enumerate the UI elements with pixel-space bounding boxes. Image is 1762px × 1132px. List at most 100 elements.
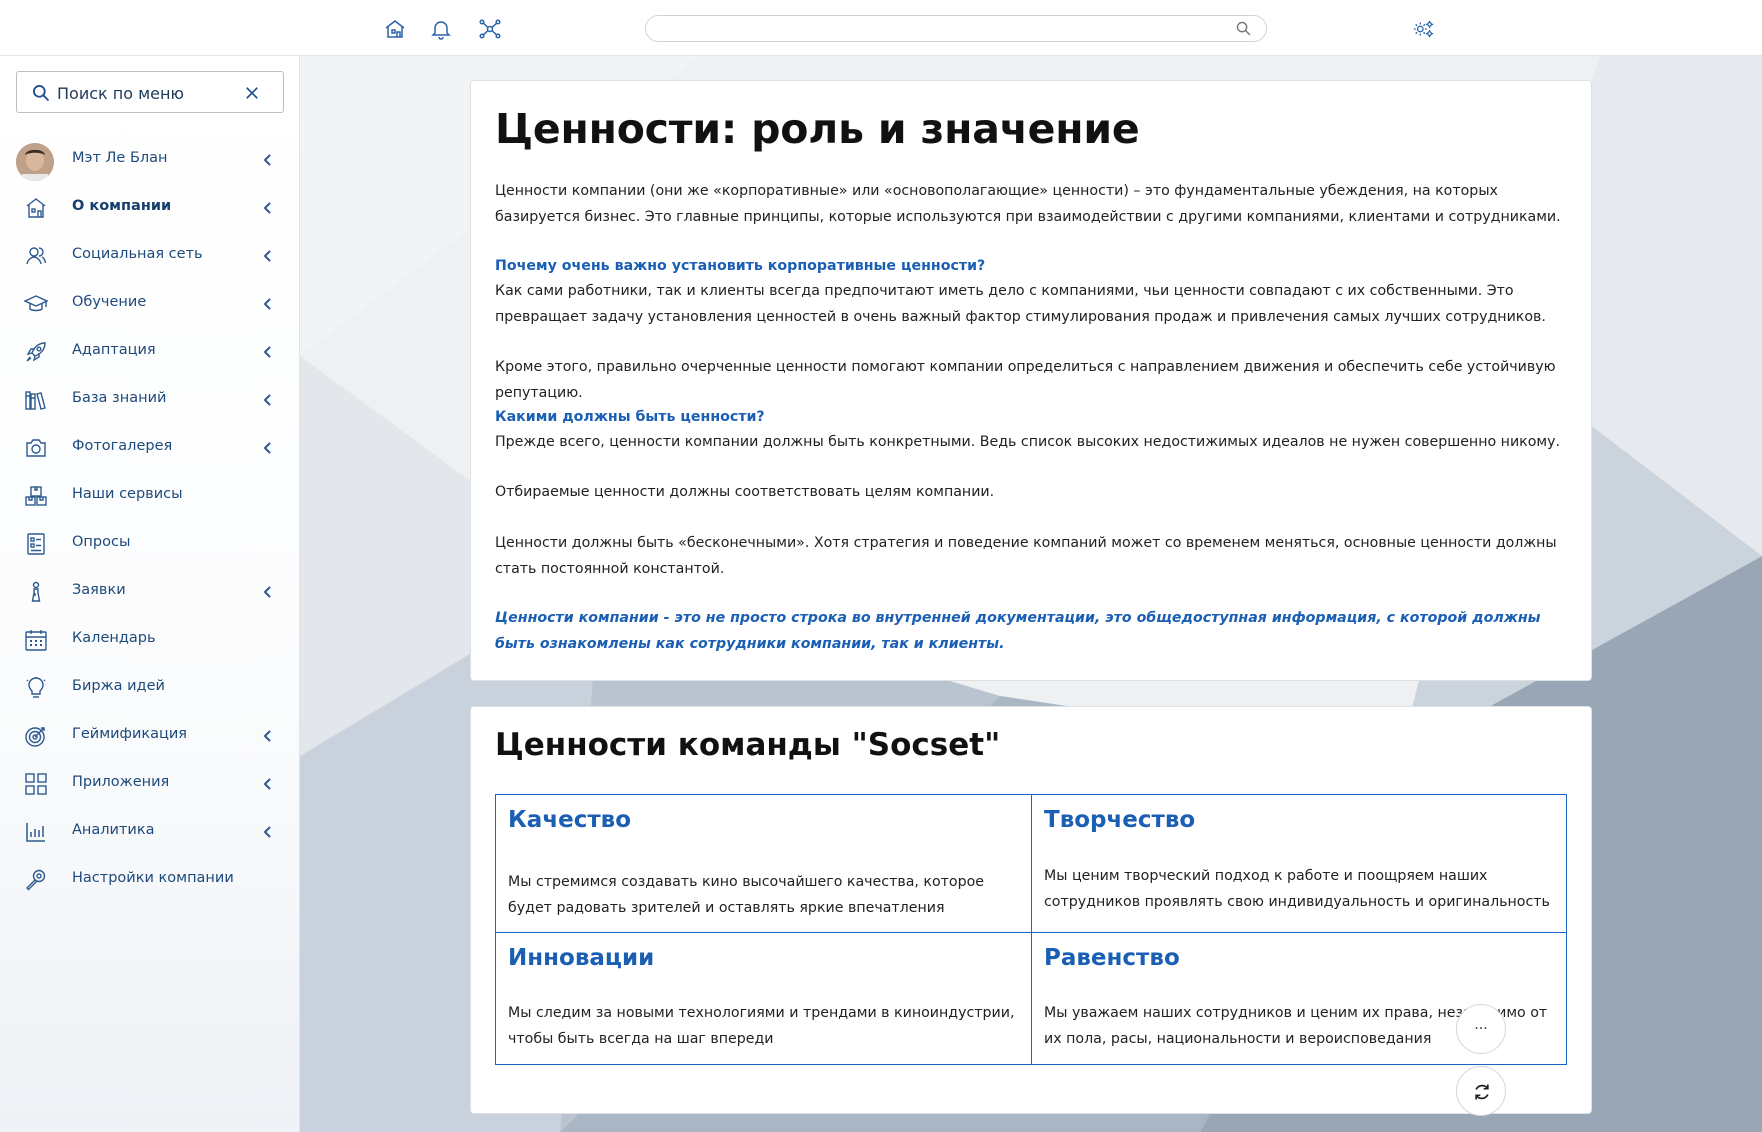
article-question-1: Почему очень важно установить корпоратив… xyxy=(495,258,986,274)
sidebar-item-label: Заявки xyxy=(72,582,126,598)
sidebar-item-label: Социальная сеть xyxy=(72,246,203,262)
chevron-left-icon xyxy=(260,392,276,408)
avatar xyxy=(16,143,54,181)
building-icon xyxy=(24,196,48,220)
sidebar-item-learning[interactable]: Обучение xyxy=(0,280,299,328)
request-icon xyxy=(24,580,48,604)
sidebar-item-adaptation[interactable]: Адаптация xyxy=(0,328,299,376)
search-icon[interactable] xyxy=(1235,20,1252,37)
sidebar-item-calendar[interactable]: Календарь xyxy=(0,616,299,664)
sidebar-item-about-company[interactable]: О компании xyxy=(0,184,299,232)
menu-search-input[interactable] xyxy=(57,82,247,104)
sidebar-item-label: Обучение xyxy=(72,294,147,310)
sidebar-item-gamification[interactable]: Геймификация xyxy=(0,712,299,760)
values-card: Ценности команды "Socset" Качество Мы ст… xyxy=(470,706,1592,1114)
network-icon[interactable] xyxy=(478,17,502,41)
users-icon xyxy=(24,244,48,268)
chevron-left-icon xyxy=(260,344,276,360)
value-cell: Качество Мы стремимся создавать кино выс… xyxy=(496,795,1031,932)
chevron-left-icon xyxy=(260,248,276,264)
sidebar-item-label: Настройки компании xyxy=(72,870,234,886)
sidebar-item-label: Аналитика xyxy=(72,822,155,838)
page-title: Ценности: роль и значение xyxy=(495,105,1140,153)
value-text: Мы ценим творческий подход к работе и по… xyxy=(1044,868,1550,910)
article-answer-1b: Кроме этого, правильно очерченные ценнос… xyxy=(495,359,1556,401)
sidebar-item-apps[interactable]: Приложения xyxy=(0,760,299,808)
values-table: Качество Мы стремимся создавать кино выс… xyxy=(495,794,1567,1065)
target-icon xyxy=(24,724,48,748)
value-text: Мы следим за новыми технологиями и тренд… xyxy=(508,1005,1015,1047)
value-title: Инновации xyxy=(508,945,655,971)
chevron-left-icon xyxy=(260,296,276,312)
article-answer-2c: Ценности должны быть «бесконечными». Хот… xyxy=(495,535,1557,577)
boxes-icon xyxy=(24,484,48,508)
sidebar-item-label: О компании xyxy=(72,198,172,214)
sidebar: Мэт Ле Блан О компании Социальная сеть О… xyxy=(0,56,300,1132)
sidebar-item-surveys[interactable]: Опросы xyxy=(0,520,299,568)
user-name: Мэт Ле Блан xyxy=(72,150,168,166)
article-intro: Ценности компании (они же «корпоративные… xyxy=(495,183,1561,225)
sidebar-item-label: Календарь xyxy=(72,630,156,646)
menu-search[interactable] xyxy=(16,71,284,113)
camera-icon xyxy=(24,436,48,460)
global-search-input[interactable] xyxy=(660,19,1220,38)
article-answer-2b: Отбираемые ценности должны соответствова… xyxy=(495,484,995,500)
sidebar-item-social-network[interactable]: Социальная сеть xyxy=(0,232,299,280)
chevron-left-icon xyxy=(260,152,276,168)
bar-chart-icon xyxy=(24,820,48,844)
books-icon xyxy=(24,388,48,412)
article-answer-1: Как сами работники, так и клиенты всегда… xyxy=(495,283,1546,325)
global-search[interactable] xyxy=(645,15,1267,42)
sidebar-item-label: Фотогалерея xyxy=(72,438,173,454)
values-title: Ценности команды "Socset" xyxy=(495,727,1001,763)
more-button[interactable]: ... xyxy=(1456,1004,1506,1054)
sidebar-item-ideas[interactable]: Биржа идей xyxy=(0,664,299,712)
sidebar-item-user[interactable]: Мэт Ле Блан xyxy=(0,136,299,184)
sidebar-item-photo-gallery[interactable]: Фотогалерея xyxy=(0,424,299,472)
sidebar-item-company-settings[interactable]: Настройки компании xyxy=(0,856,299,904)
graduation-cap-icon xyxy=(23,292,49,316)
value-cell: Инновации Мы следим за новыми технология… xyxy=(496,933,1031,1064)
article-question-2: Какими должны быть ценности? xyxy=(495,409,765,425)
value-text: Мы стремимся создавать кино высочайшего … xyxy=(508,874,985,916)
survey-list-icon xyxy=(24,532,48,556)
sidebar-menu: Мэт Ле Блан О компании Социальная сеть О… xyxy=(0,136,299,904)
settings-gears-icon[interactable] xyxy=(1412,17,1438,41)
sidebar-item-label: База знаний xyxy=(72,390,167,406)
sidebar-item-knowledge-base[interactable]: База знаний xyxy=(0,376,299,424)
lightbulb-icon xyxy=(24,676,48,700)
article-note: Ценности компании - это не просто строка… xyxy=(495,610,1541,652)
bell-icon[interactable] xyxy=(429,17,453,41)
article-card: Ценности: роль и значение Ценности компа… xyxy=(470,80,1592,681)
sidebar-item-analytics[interactable]: Аналитика xyxy=(0,808,299,856)
sidebar-item-requests[interactable]: Заявки xyxy=(0,568,299,616)
sidebar-item-services[interactable]: Наши сервисы xyxy=(0,472,299,520)
value-title: Качество xyxy=(508,807,632,833)
sidebar-item-label: Биржа идей xyxy=(72,678,165,694)
refresh-button[interactable] xyxy=(1456,1066,1506,1116)
more-label: ... xyxy=(1474,1017,1488,1033)
sidebar-item-label: Наши сервисы xyxy=(72,486,183,502)
chevron-left-icon xyxy=(260,200,276,216)
value-title: Творчество xyxy=(1044,807,1196,833)
home-icon[interactable] xyxy=(383,17,407,41)
chevron-left-icon xyxy=(260,728,276,744)
close-icon[interactable] xyxy=(243,84,261,102)
sidebar-item-label: Адаптация xyxy=(72,342,156,358)
sidebar-item-label: Приложения xyxy=(72,774,170,790)
wrench-icon xyxy=(24,868,48,892)
article-answer-2: Прежде всего, ценности компании должны б… xyxy=(495,434,1561,450)
sidebar-item-label: Геймификация xyxy=(72,726,188,742)
apps-grid-icon xyxy=(24,772,48,796)
chevron-left-icon xyxy=(260,584,276,600)
top-bar xyxy=(0,0,1762,56)
calendar-icon xyxy=(24,628,48,652)
rocket-icon xyxy=(24,340,48,364)
chevron-left-icon xyxy=(260,824,276,840)
refresh-icon xyxy=(1472,1082,1492,1102)
chevron-left-icon xyxy=(260,440,276,456)
value-cell: Творчество Мы ценим творческий подход к … xyxy=(1032,795,1566,932)
search-icon xyxy=(31,83,51,103)
sidebar-item-label: Опросы xyxy=(72,534,131,550)
chevron-left-icon xyxy=(260,776,276,792)
